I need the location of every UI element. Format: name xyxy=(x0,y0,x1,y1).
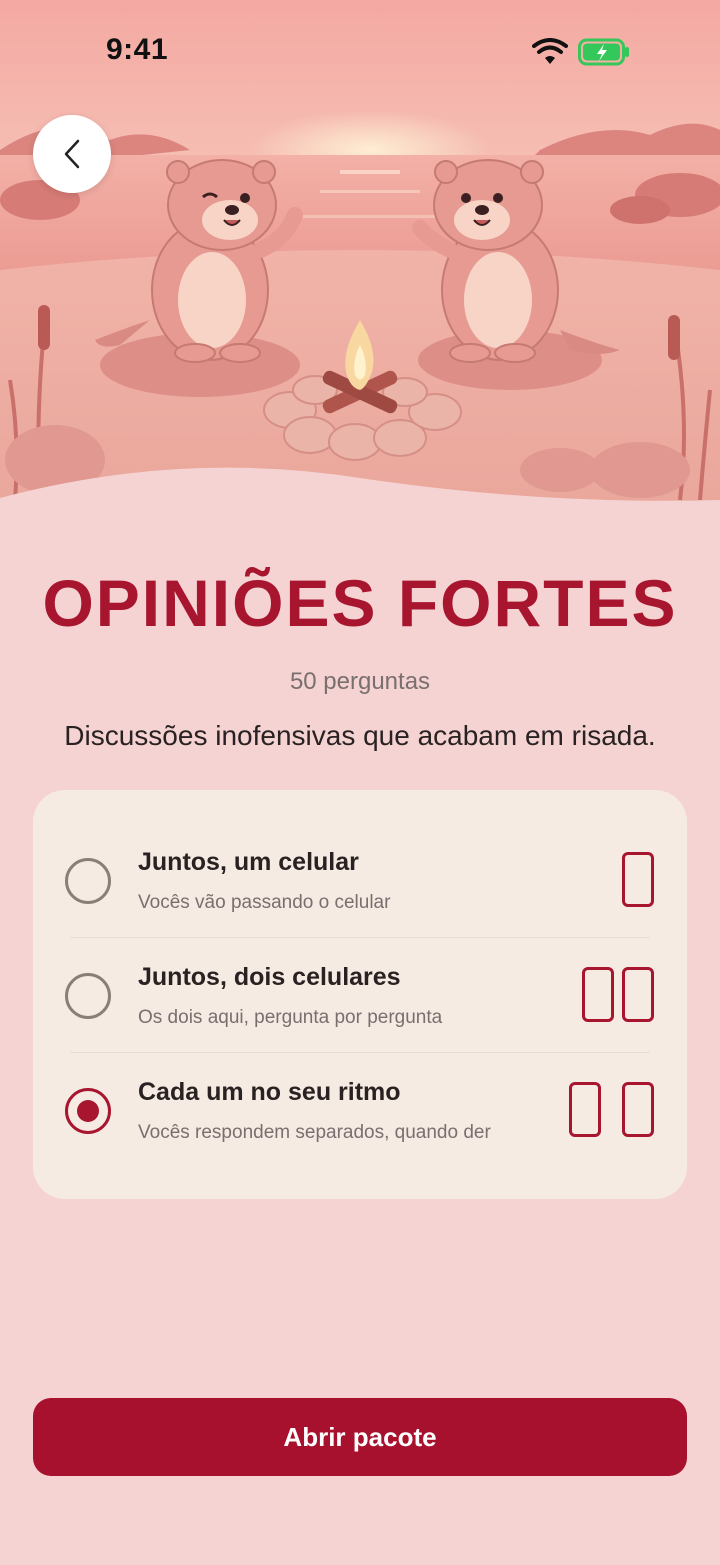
open-pack-button[interactable]: Abrir pacote xyxy=(33,1398,687,1476)
mode-title: Juntos, um celular xyxy=(138,848,359,876)
pack-title: OPINIÕES FORTES xyxy=(42,566,678,640)
mode-option-one-phone[interactable]: Juntos, um celular Vocês vão passando o … xyxy=(33,818,687,933)
back-button[interactable] xyxy=(33,115,111,193)
pack-description: Discussões inofensivas que acabam em ris… xyxy=(64,720,656,751)
status-bar: 9:41 xyxy=(0,0,720,100)
mode-title: Juntos, dois celulares xyxy=(138,963,401,991)
screen: 9:41 OPINIÕES FORTES 50 perguntas Discus… xyxy=(0,0,720,1565)
chevron-left-icon xyxy=(64,139,80,169)
radio-button-selected[interactable] xyxy=(65,1088,111,1134)
mode-subtitle: Vocês respondem separados, quando der xyxy=(138,1122,491,1143)
mode-title: Cada um no seu ritmo xyxy=(138,1078,401,1106)
status-time: 9:41 xyxy=(106,33,169,66)
wifi-icon xyxy=(532,38,568,64)
radio-button[interactable] xyxy=(65,973,111,1019)
mode-option-two-phones[interactable]: Juntos, dois celulares Os dois aqui, per… xyxy=(33,933,687,1048)
single-phone-icon xyxy=(622,852,654,907)
battery-charging-icon xyxy=(578,38,629,66)
question-count: 50 perguntas xyxy=(289,668,431,695)
mode-subtitle: Os dois aqui, pergunta por pergunta xyxy=(138,1007,443,1028)
mode-option-own-pace[interactable]: Cada um no seu ritmo Vocês respondem sep… xyxy=(33,1048,687,1163)
radio-button[interactable] xyxy=(65,858,111,904)
mode-selector-card: Juntos, um celular Vocês vão passando o … xyxy=(33,790,687,1199)
mode-subtitle: Vocês vão passando o celular xyxy=(138,892,391,913)
